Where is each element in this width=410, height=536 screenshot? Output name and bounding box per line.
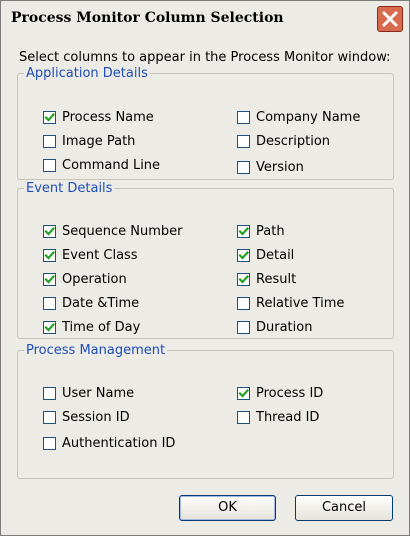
checkbox-box[interactable]	[43, 411, 56, 424]
checkbox-box[interactable]	[237, 111, 250, 124]
checkbox-label: Operation	[62, 272, 127, 287]
check-mark-icon	[44, 250, 55, 260]
checkbox-label: Process ID	[256, 386, 324, 401]
checkbox-label: Path	[256, 224, 285, 239]
checkbox-box[interactable]	[43, 111, 56, 124]
checkbox-box[interactable]	[237, 225, 250, 238]
checkbox-box[interactable]	[237, 249, 250, 262]
checkbox-label: Result	[256, 272, 297, 287]
checkbox-label: Authentication ID	[62, 436, 176, 451]
intro-text: Select columns to appear in the Process …	[19, 50, 391, 65]
checkbox-label: Process Name	[62, 110, 154, 125]
checkbox-label: Detail	[256, 248, 295, 263]
group-event-details: Event Details Sequence Number Event Clas…	[17, 181, 394, 339]
ok-button[interactable]: OK	[179, 495, 276, 521]
dialog-window: Process Monitor Column Selection Select …	[0, 0, 410, 536]
checkbox-label: Version	[256, 160, 304, 175]
title-bar[interactable]: Process Monitor Column Selection	[1, 1, 409, 35]
check-mark-icon	[238, 250, 249, 260]
checkbox-box[interactable]	[43, 273, 56, 286]
check-mark-icon	[44, 322, 55, 332]
checkbox-label: Duration	[256, 320, 313, 335]
group-title: Application Details	[26, 66, 148, 81]
check-mark-icon	[44, 226, 55, 236]
check-mark-icon	[44, 274, 55, 284]
checkbox-label: Sequence Number	[62, 224, 183, 239]
group-application-details: Application Details Process Name Image P…	[17, 66, 394, 180]
close-x-icon	[382, 11, 398, 27]
checkbox-label: Company Name	[256, 110, 361, 125]
checkbox-box[interactable]	[237, 411, 250, 424]
checkbox-label: Description	[256, 134, 331, 149]
check-mark-icon	[44, 112, 55, 122]
checkbox-label: Relative Time	[256, 296, 345, 311]
checkbox-box[interactable]	[237, 297, 250, 310]
check-mark-icon	[238, 388, 249, 398]
checkbox-label: User Name	[62, 386, 135, 401]
checkbox-box[interactable]	[237, 387, 250, 400]
checkbox-box[interactable]	[43, 387, 56, 400]
group-title: Process Management	[26, 343, 166, 358]
group-title: Event Details	[26, 181, 113, 196]
checkbox-box[interactable]	[237, 321, 250, 334]
checkbox-box[interactable]	[43, 249, 56, 262]
dialog-title: Process Monitor Column Selection	[11, 10, 284, 26]
checkbox-box[interactable]	[43, 159, 56, 172]
checkbox-box[interactable]	[43, 225, 56, 238]
cancel-button[interactable]: Cancel	[295, 495, 393, 521]
checkbox-label: Thread ID	[256, 410, 320, 425]
check-mark-icon	[238, 226, 249, 236]
checkbox-box[interactable]	[237, 273, 250, 286]
checkbox-label: Date &Time	[62, 296, 140, 311]
check-mark-icon	[238, 274, 249, 284]
checkbox-label: Session ID	[62, 410, 130, 425]
checkbox-label: Command Line	[62, 158, 161, 173]
checkbox-box[interactable]	[43, 437, 56, 450]
checkbox-label: Time of Day	[62, 320, 141, 335]
checkbox-box[interactable]	[237, 135, 250, 148]
group-process-management: Process Management User Name Session ID …	[17, 343, 394, 479]
checkbox-box[interactable]	[43, 297, 56, 310]
checkbox-box[interactable]	[237, 161, 250, 174]
close-button[interactable]	[377, 6, 403, 32]
checkbox-box[interactable]	[43, 321, 56, 334]
checkbox-box[interactable]	[43, 135, 56, 148]
checkbox-label: Image Path	[62, 134, 136, 149]
checkbox-label: Event Class	[62, 248, 138, 263]
